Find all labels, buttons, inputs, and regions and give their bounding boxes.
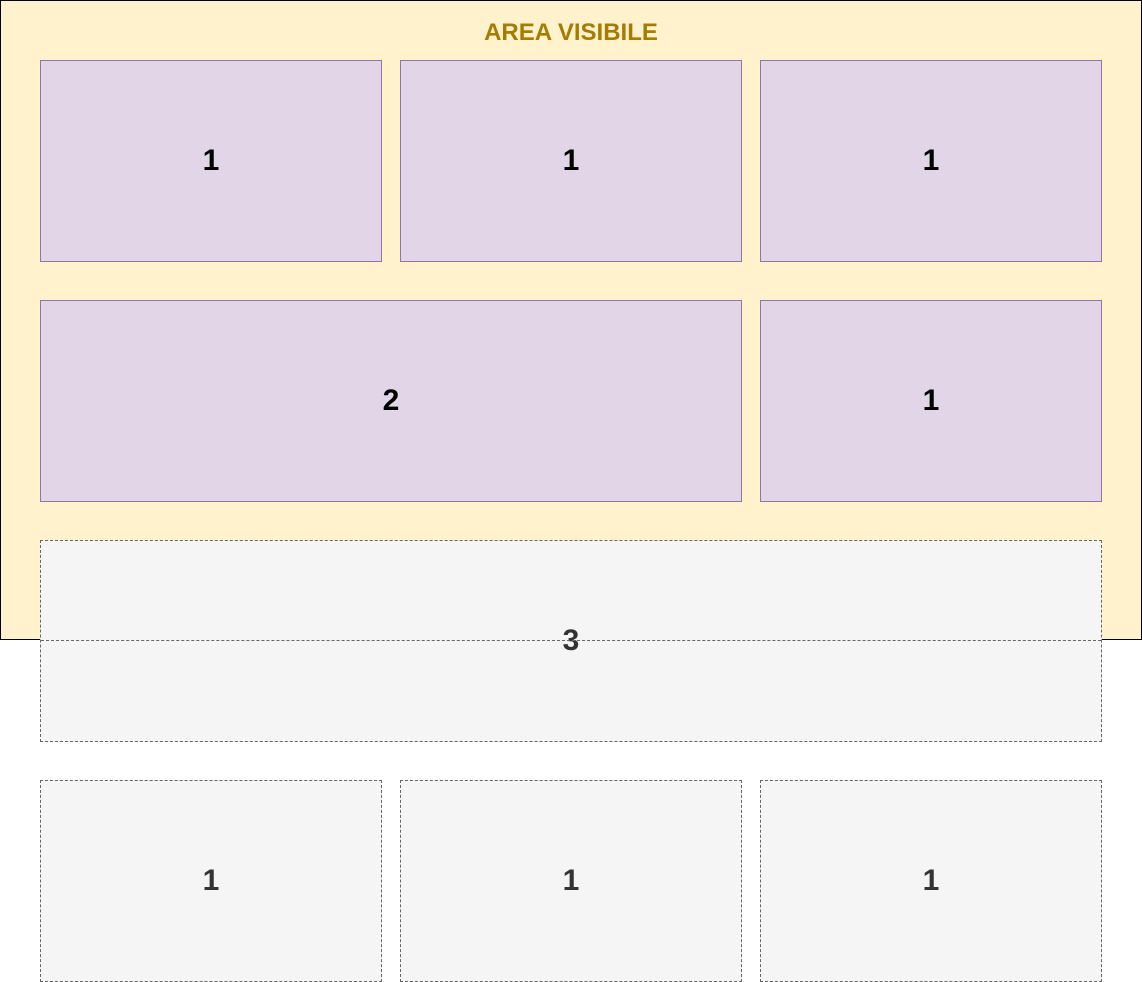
box-row4-col1: 1 bbox=[40, 780, 382, 982]
box-label: 2 bbox=[382, 384, 400, 417]
box-label: 3 bbox=[562, 624, 580, 657]
box-row1-col2: 1 bbox=[400, 60, 742, 262]
box-label: 1 bbox=[202, 864, 220, 897]
box-label: 1 bbox=[922, 864, 940, 897]
box-row3-full: 3 bbox=[40, 540, 1102, 742]
box-label: 1 bbox=[562, 144, 580, 177]
visible-area-title: AREA VISIBILE bbox=[484, 19, 658, 46]
box-row1-col1: 1 bbox=[40, 60, 382, 262]
box-row1-col3: 1 bbox=[760, 60, 1102, 262]
box-label: 1 bbox=[922, 384, 940, 417]
box-row4-col2: 1 bbox=[400, 780, 742, 982]
box-label: 1 bbox=[922, 144, 940, 177]
box-row2-wide: 2 bbox=[40, 300, 742, 502]
box-label: 1 bbox=[562, 864, 580, 897]
visible-boundary-line bbox=[41, 640, 1101, 641]
box-row2-col3: 1 bbox=[760, 300, 1102, 502]
box-row4-col3: 1 bbox=[760, 780, 1102, 982]
box-label: 1 bbox=[202, 144, 220, 177]
